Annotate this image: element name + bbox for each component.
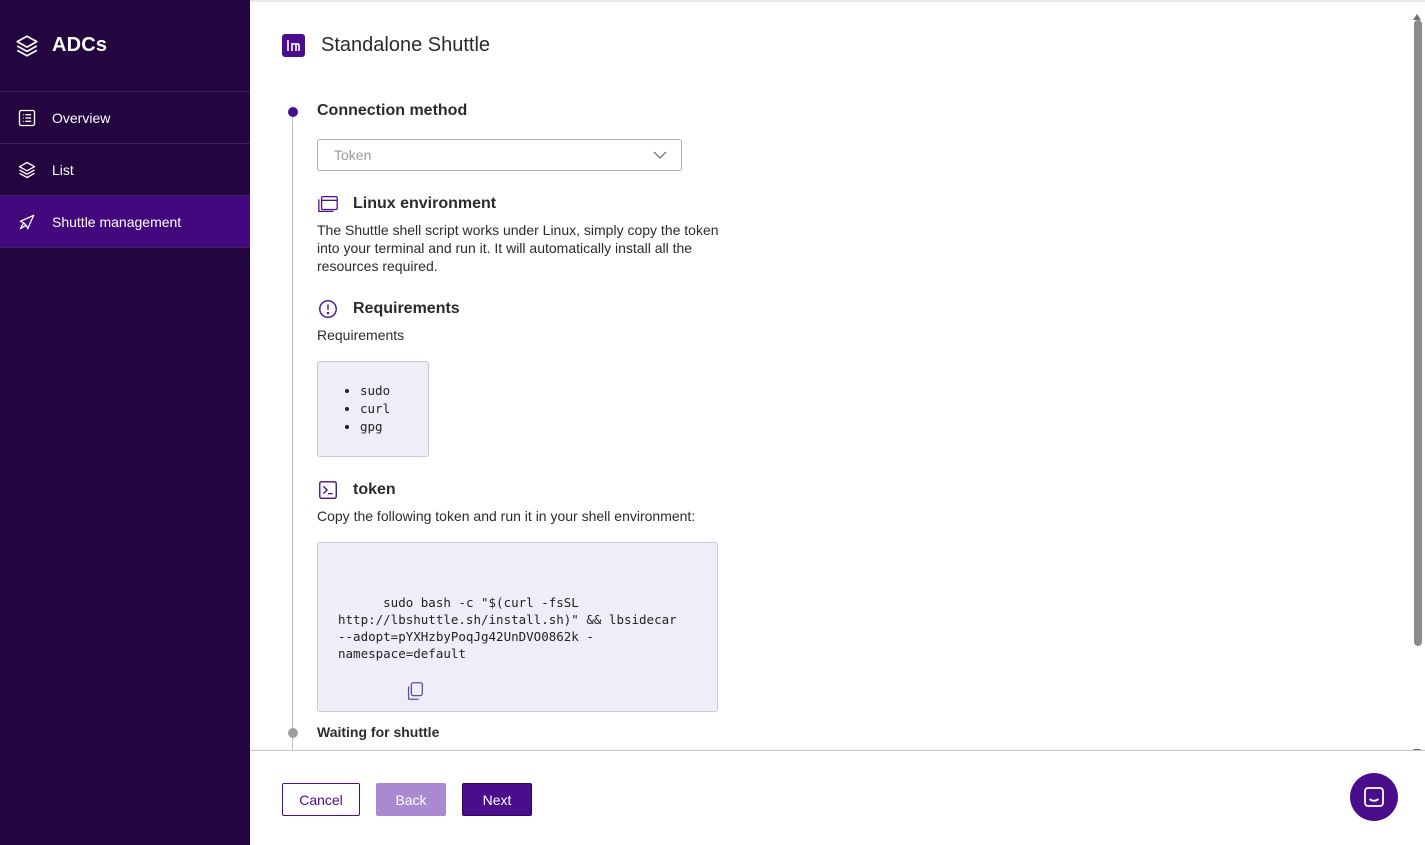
token-code-box[interactable]: sudo bash -c "$(curl -fsSL http://lbshut… (317, 542, 718, 712)
token-command[interactable]: sudo bash -c "$(curl -fsSL http://lbshut… (338, 595, 677, 661)
chat-launcher-button[interactable] (1350, 773, 1398, 821)
scrollbar[interactable] (1413, 12, 1423, 750)
copy-button[interactable] (344, 663, 424, 700)
requirements-box: sudo curl gpg (317, 361, 429, 457)
requirements-subtitle: Requirements (317, 327, 405, 343)
select-value: Token (334, 147, 372, 163)
rocket-icon (19, 214, 35, 229)
step-title: Connection method (317, 102, 468, 119)
linux-section-title: Linux environment (353, 195, 497, 212)
brand[interactable]: ADCs (0, 0, 250, 92)
sidebar-item-shuttle-management[interactable]: Shuttle management (0, 196, 250, 248)
layers-icon (16, 34, 38, 57)
list-item: sudo (360, 382, 428, 400)
sidebar-item-list[interactable]: List (0, 144, 250, 196)
sidebar-item-label: Shuttle management (52, 213, 182, 230)
step-dot-active (288, 107, 298, 117)
layers-icon (18, 161, 36, 178)
scroll-area[interactable]: Standalone Shuttle Connection method Tok… (250, 2, 1425, 750)
connection-method-select[interactable]: Token (317, 139, 682, 171)
sidebar-item-overview[interactable]: Overview (0, 92, 250, 144)
sidebar-item-label: Overview (52, 109, 111, 126)
step-dot-pending (288, 728, 298, 738)
window-icon (318, 196, 338, 212)
linux-section-header: Linux environment (317, 193, 496, 215)
token-section-title: token (353, 481, 396, 498)
requirements-section-header: Requirements (317, 298, 460, 320)
scrollbar-thumb[interactable] (1414, 20, 1422, 646)
alert-circle-icon (319, 300, 337, 318)
step-waiting-title: Waiting for shuttle (317, 724, 440, 740)
list-icon (18, 109, 36, 126)
token-description: Copy the following token and run it in y… (317, 508, 696, 524)
shuttle-logo-icon (282, 34, 305, 57)
chat-icon (1364, 787, 1384, 807)
copy-icon (408, 682, 424, 700)
step-connection: Connection method (317, 102, 737, 120)
footer-actions: Cancel Back Next (250, 750, 1425, 845)
token-section-header: token (317, 479, 396, 501)
chevron-down-icon (653, 151, 667, 159)
list-item: curl (360, 400, 428, 418)
requirements-section-title: Requirements (353, 300, 460, 317)
page-header: Standalone Shuttle (282, 34, 490, 57)
page-title: Standalone Shuttle (321, 34, 491, 56)
main-panel: Standalone Shuttle Connection method Tok… (250, 0, 1425, 845)
sidebar: ADCs Overview List Shuttle management (0, 0, 250, 845)
back-button[interactable]: Back (376, 783, 446, 816)
sidebar-item-label: List (52, 161, 74, 178)
stepper-line (292, 112, 293, 750)
requirements-list: sudo curl gpg (340, 382, 428, 436)
next-button[interactable]: Next (462, 783, 532, 816)
list-item: gpg (360, 418, 428, 436)
cancel-button[interactable]: Cancel (282, 783, 360, 816)
brand-name: ADCs (52, 34, 108, 56)
linux-description: The Shuttle shell script works under Lin… (317, 222, 719, 274)
terminal-icon (319, 481, 337, 499)
